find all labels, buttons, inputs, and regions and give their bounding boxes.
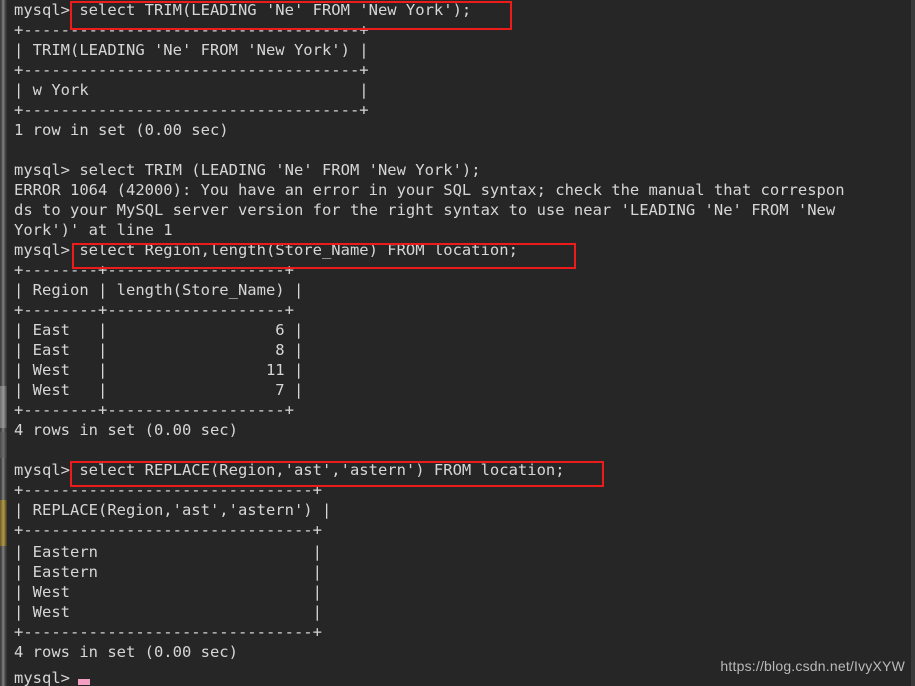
table-row: | Eastern | — [14, 563, 322, 581]
terminal-line: +------------------------------------+ — [14, 21, 369, 39]
table-row: | West | — [14, 603, 322, 621]
background-window-patch — [0, 500, 7, 546]
terminal-line: mysql> select Region,length(Store_Name) … — [14, 241, 518, 259]
background-window-patch — [0, 386, 7, 428]
terminal-line: +--------+-------------------+ — [14, 401, 294, 419]
terminal-prompt-line: mysql> — [14, 669, 70, 686]
terminal-line: mysql> select TRIM (LEADING 'Ne' FROM 'N… — [14, 161, 481, 179]
terminal-line: +--------+-------------------+ — [14, 301, 294, 319]
terminal-error-line: ds to your MySQL server version for the … — [14, 201, 836, 219]
terminal-output-area[interactable]: mysql> select TRIM(LEADING 'Ne' FROM 'Ne… — [0, 0, 915, 686]
table-row: | Eastern | — [14, 543, 322, 561]
background-window-patch — [0, 432, 7, 458]
terminal-line: mysql> select TRIM(LEADING 'Ne' FROM 'Ne… — [14, 1, 472, 19]
terminal-line: +--------+-------------------+ — [14, 261, 294, 279]
terminal-line: | Region | length(Store_Name) | — [14, 281, 304, 299]
terminal-line: 1 row in set (0.00 sec) — [14, 121, 229, 139]
table-row: | East | 8 | — [14, 341, 304, 359]
table-row: | West | 7 | — [14, 381, 304, 399]
terminal-line: +-------------------------------+ — [14, 521, 322, 539]
terminal-status-line: 4 rows in set (0.00 sec) — [14, 643, 238, 661]
terminal-error-line: York')' at line 1 — [14, 221, 173, 239]
table-row: | East | 6 | — [14, 321, 304, 339]
terminal-line: +------------------------------------+ — [14, 61, 369, 79]
csdn-watermark: https://blog.csdn.net/IvyXYW — [720, 658, 905, 674]
terminal-line: mysql> select REPLACE(Region,'ast','aste… — [14, 461, 565, 479]
terminal-line: | REPLACE(Region,'ast','astern') | — [14, 501, 332, 519]
terminal-line: +------------------------------------+ — [14, 101, 369, 119]
terminal-window[interactable]: mysql> select TRIM(LEADING 'Ne' FROM 'Ne… — [0, 0, 915, 686]
table-row: | West | — [14, 583, 322, 601]
terminal-line: | TRIM(LEADING 'Ne' FROM 'New York') | — [14, 41, 369, 59]
terminal-error-line: ERROR 1064 (42000): You have an error in… — [14, 181, 845, 199]
text-cursor — [78, 679, 90, 685]
terminal-line: | w York | — [14, 81, 369, 99]
terminal-line: +-------------------------------+ — [14, 623, 322, 641]
background-window-sliver — [0, 0, 7, 686]
terminal-line: +-------------------------------+ — [14, 481, 322, 499]
window-right-edge — [911, 0, 915, 686]
terminal-status-line: 4 rows in set (0.00 sec) — [14, 421, 238, 439]
table-row: | West | 11 | — [14, 361, 304, 379]
